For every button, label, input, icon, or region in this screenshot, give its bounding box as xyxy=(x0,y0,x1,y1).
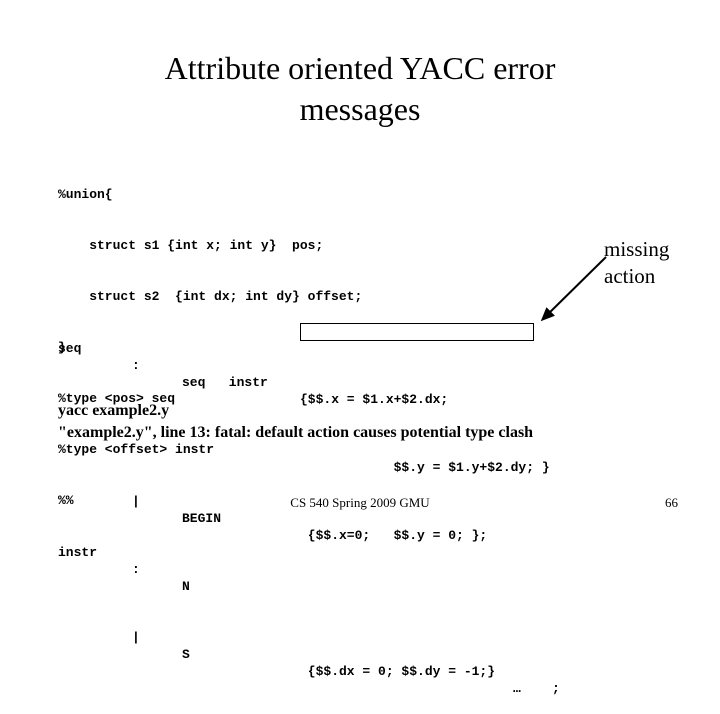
callout-label-missing-action: missing action xyxy=(604,237,670,288)
grammar-rule-row: | BEGIN {$$.x=0; $$.y = 0; }; xyxy=(58,459,487,543)
rule-action: {$$.x=0; $$.y = 0; }; xyxy=(300,528,488,543)
rule-separator: : xyxy=(132,562,140,577)
rule-action: $$.y = $1.y+$2.dy; } xyxy=(300,460,550,475)
yacc-grammar-rules: seq : seq instr {$$.x = $1.x+$2.dx; $$.y… xyxy=(58,272,560,696)
rule-rhs: N xyxy=(182,579,190,594)
rule-separator: | xyxy=(132,630,140,645)
rule-rhs: S xyxy=(182,647,190,662)
grammar-rule-row: seq : seq instr {$$.x = $1.x+$2.dx; xyxy=(58,323,448,407)
missing-action-highlight-box xyxy=(300,323,534,341)
grammar-rule-row: instr : N xyxy=(58,527,190,594)
page-title: Attribute oriented YACC error messages xyxy=(164,50,556,127)
rule-action: {$$.dx = 0; $$.dy = -1;} xyxy=(300,664,496,679)
code-line: struct s1 {int x; int y} pos; xyxy=(58,238,324,253)
grammar-rule-row: | S {$$.dx = 0; $$.dy = -1;} … ; xyxy=(58,595,560,696)
slide-canvas: Attribute oriented YACC error messages %… xyxy=(0,0,720,696)
code-line: %union{ xyxy=(58,187,113,202)
terminal-output: yacc example2.y "example2.y", line 13: f… xyxy=(58,400,533,444)
footer-page-number: 66 xyxy=(665,495,678,510)
rule-rhs: seq instr xyxy=(182,375,268,390)
rule-separator: : xyxy=(132,358,140,373)
rule-tail: … ; xyxy=(513,681,560,696)
terminal-error-line: "example2.y", line 13: fatal: default ac… xyxy=(58,424,534,441)
rule-rhs: BEGIN xyxy=(182,511,222,526)
terminal-command-line: yacc example2.y xyxy=(58,402,170,419)
rule-lhs: instr xyxy=(58,545,98,560)
callout-arrow-icon xyxy=(540,256,607,322)
footer-course-label: CS 540 Spring 2009 GMU xyxy=(290,495,430,510)
rule-lhs: seq xyxy=(58,341,82,356)
